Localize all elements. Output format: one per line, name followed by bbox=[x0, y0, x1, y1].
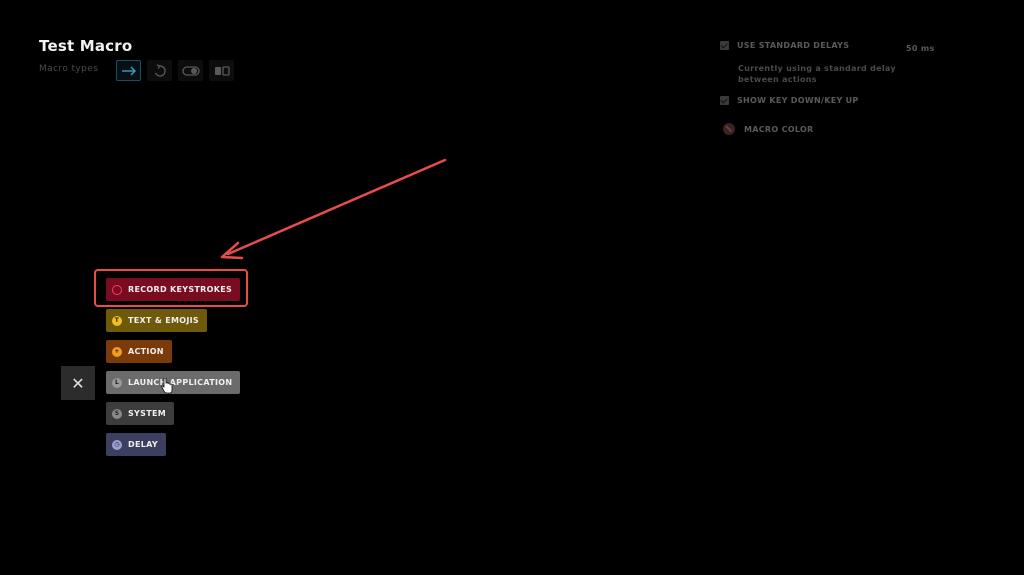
annotation-highlight-box bbox=[94, 269, 248, 307]
arrow-right-icon bbox=[121, 66, 136, 75]
macro-color-setting[interactable]: MACRO COLOR bbox=[721, 123, 814, 135]
repeat-icon bbox=[154, 63, 166, 77]
launch-application-button[interactable]: L LAUNCH APPLICATION bbox=[106, 371, 241, 394]
standard-delays-label: USE STANDARD DELAYS bbox=[737, 41, 850, 50]
close-menu-button[interactable]: ✕ bbox=[61, 366, 95, 400]
macro-types-label: Macro types bbox=[39, 64, 99, 74]
macro-title: Test Macro bbox=[39, 37, 133, 55]
standard-delays-checkbox[interactable] bbox=[720, 41, 729, 50]
close-icon: ✕ bbox=[71, 373, 85, 393]
key-down-up-label: SHOW KEY DOWN/KEY UP bbox=[737, 96, 859, 105]
macro-color-swatch[interactable] bbox=[723, 123, 735, 135]
macro-type-repeat-button[interactable] bbox=[147, 60, 172, 81]
text-emojis-button[interactable]: T TEXT & EMOJIS bbox=[106, 309, 207, 332]
text-emoji-icon: T bbox=[112, 315, 122, 326]
action-icon: + bbox=[112, 346, 122, 357]
macro-type-sequence-button[interactable] bbox=[209, 60, 234, 81]
toggle-icon bbox=[181, 65, 200, 76]
text-emojis-label: TEXT & EMOJIS bbox=[128, 316, 199, 325]
key-down-up-checkbox[interactable] bbox=[720, 96, 729, 105]
hand-cursor-icon bbox=[161, 378, 173, 394]
macro-type-toggle-button[interactable] bbox=[178, 60, 203, 81]
key-down-up-setting[interactable]: SHOW KEY DOWN/KEY UP bbox=[720, 96, 859, 105]
action-label: ACTION bbox=[128, 347, 164, 356]
action-button[interactable]: + ACTION bbox=[106, 340, 172, 363]
macro-color-label: MACRO COLOR bbox=[744, 124, 814, 134]
sequence-icon bbox=[214, 65, 230, 76]
delay-icon: ◷ bbox=[112, 439, 122, 450]
delay-button[interactable]: ◷ DELAY bbox=[106, 433, 166, 456]
standard-delay-value: 50 ms bbox=[906, 44, 935, 53]
system-icon: S bbox=[112, 408, 122, 419]
standard-delays-setting[interactable]: USE STANDARD DELAYS bbox=[720, 41, 849, 50]
launch-application-label: LAUNCH APPLICATION bbox=[128, 378, 233, 387]
system-button[interactable]: S SYSTEM bbox=[106, 402, 174, 425]
macro-editor: Test Macro Macro types USE STANDARD DELA… bbox=[0, 0, 1024, 575]
delay-label: DELAY bbox=[128, 440, 158, 449]
macro-type-no-repeat-button[interactable] bbox=[116, 60, 141, 81]
system-label: SYSTEM bbox=[128, 409, 166, 418]
launch-app-icon: L bbox=[112, 377, 122, 388]
standard-delays-note: Currently using a standard delay between… bbox=[738, 64, 896, 84]
